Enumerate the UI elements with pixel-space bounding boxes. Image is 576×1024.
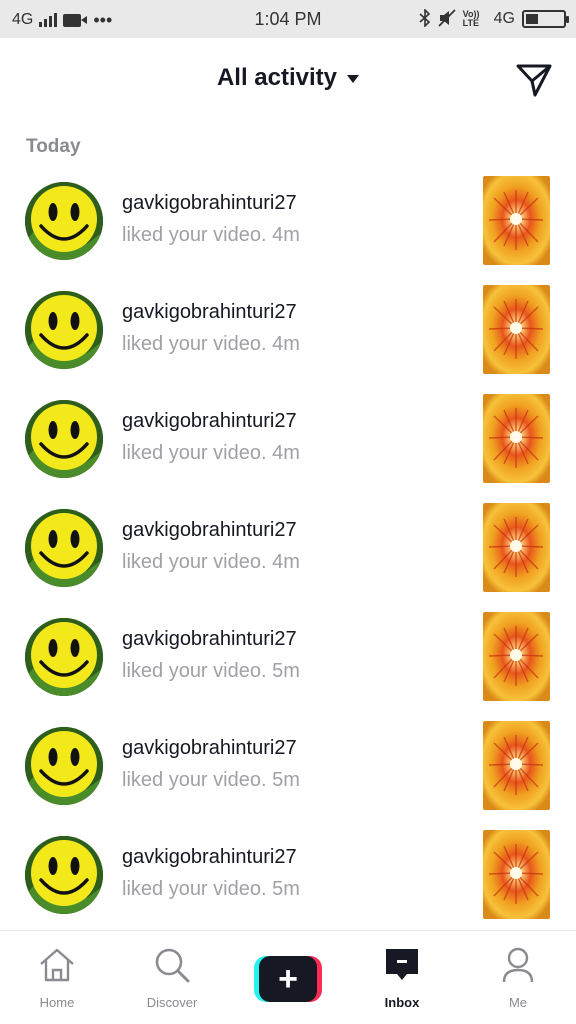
avatar[interactable]	[25, 291, 103, 369]
home-icon	[40, 948, 74, 982]
avatar[interactable]	[25, 836, 103, 914]
time-ago: 4m	[272, 442, 300, 464]
username[interactable]: gavkigobrahinturi27	[122, 408, 300, 434]
nav-inbox-label: Inbox	[384, 995, 420, 1010]
nav-me-label: Me	[508, 995, 528, 1010]
action-text: liked your video.	[122, 660, 267, 682]
activity-filter-dropdown[interactable]: All activity	[0, 64, 576, 92]
nav-me[interactable]: Me	[468, 945, 568, 1017]
action-text: liked your video.	[122, 878, 267, 900]
status-bar: 4G ••• 1:04 PM Vo)) LTE 4G	[0, 0, 576, 38]
notification-action: liked your video. 5m	[122, 767, 300, 793]
nav-home[interactable]: Home	[7, 945, 107, 1017]
notification-text: gavkigobrahinturi27 liked your video. 4m	[122, 190, 300, 248]
nav-discover[interactable]: Discover	[122, 945, 222, 1017]
page-title: All activity	[216, 64, 338, 91]
time-ago: 4m	[272, 551, 300, 573]
plus-icon: +	[259, 956, 317, 1002]
username[interactable]: gavkigobrahinturi27	[122, 626, 300, 652]
notification-item[interactable]: gavkigobrahinturi27 liked your video. 4m	[0, 275, 576, 384]
bluetooth-icon	[419, 7, 431, 30]
notification-action: liked your video. 4m	[122, 549, 300, 575]
nav-discover-label: Discover	[146, 995, 198, 1010]
avatar[interactable]	[25, 618, 103, 696]
notification-text: gavkigobrahinturi27 liked your video. 5m	[122, 735, 300, 793]
notification-text: gavkigobrahinturi27 liked your video. 4m	[122, 517, 300, 575]
action-text: liked your video.	[122, 224, 267, 246]
search-icon	[155, 948, 190, 983]
action-text: liked your video.	[122, 551, 267, 573]
video-thumbnail[interactable]	[483, 721, 550, 810]
time-ago: 5m	[272, 660, 300, 682]
video-thumbnail[interactable]	[483, 830, 550, 919]
notification-text: gavkigobrahinturi27 liked your video. 4m	[122, 408, 300, 466]
notification-item[interactable]: gavkigobrahinturi27 liked your video. 5m	[0, 820, 576, 929]
direct-message-icon	[516, 64, 552, 97]
username[interactable]: gavkigobrahinturi27	[122, 517, 300, 543]
video-thumbnail[interactable]	[483, 285, 550, 374]
time-ago: 4m	[272, 224, 300, 246]
network-type-right: 4G	[493, 10, 515, 27]
username[interactable]: gavkigobrahinturi27	[122, 190, 300, 216]
video-thumbnail[interactable]	[483, 176, 550, 265]
notification-item[interactable]: gavkigobrahinturi27 liked your video. 4m	[0, 493, 576, 602]
notification-action: liked your video. 4m	[122, 222, 300, 248]
username[interactable]: gavkigobrahinturi27	[122, 844, 300, 870]
inbox-icon	[386, 949, 418, 980]
notification-item[interactable]: gavkigobrahinturi27 liked your video. 5m	[0, 711, 576, 820]
username[interactable]: gavkigobrahinturi27	[122, 735, 300, 761]
direct-message-button[interactable]	[514, 60, 554, 100]
avatar[interactable]	[25, 182, 103, 260]
notification-text: gavkigobrahinturi27 liked your video. 5m	[122, 626, 300, 684]
nav-inbox[interactable]: Inbox	[352, 945, 452, 1017]
notification-action: liked your video. 4m	[122, 331, 300, 357]
username[interactable]: gavkigobrahinturi27	[122, 299, 300, 325]
section-label-today: Today	[26, 136, 81, 157]
video-thumbnail[interactable]	[483, 503, 550, 592]
avatar[interactable]	[25, 509, 103, 587]
avatar[interactable]	[25, 400, 103, 478]
avatar[interactable]	[25, 727, 103, 805]
notification-action: liked your video. 4m	[122, 440, 300, 466]
volte-label: Vo)) LTE	[462, 9, 480, 28]
header: All activity	[0, 38, 576, 122]
notification-item[interactable]: gavkigobrahinturi27 liked your video. 4m	[0, 166, 576, 275]
status-right: Vo)) LTE 4G	[419, 7, 569, 30]
profile-icon	[502, 947, 534, 983]
time-ago: 5m	[272, 769, 300, 791]
time-ago: 5m	[272, 878, 300, 900]
video-thumbnail[interactable]	[483, 394, 550, 483]
mute-icon	[438, 8, 456, 30]
video-thumbnail[interactable]	[483, 612, 550, 701]
nav-home-label: Home	[39, 995, 75, 1010]
action-text: liked your video.	[122, 442, 267, 464]
caret-down-icon	[347, 75, 360, 83]
notification-text: gavkigobrahinturi27 liked your video. 4m	[122, 299, 300, 357]
time-ago: 4m	[272, 333, 300, 355]
action-text: liked your video.	[122, 769, 267, 791]
notification-item[interactable]: gavkigobrahinturi27 liked your video. 4m	[0, 384, 576, 493]
notification-text: gavkigobrahinturi27 liked your video. 5m	[122, 844, 300, 902]
notification-list: gavkigobrahinturi27 liked your video. 4m	[0, 166, 576, 929]
notification-item[interactable]: gavkigobrahinturi27 liked your video. 5m	[0, 602, 576, 711]
notification-action: liked your video. 5m	[122, 658, 300, 684]
battery-icon	[522, 10, 569, 28]
action-text: liked your video.	[122, 333, 267, 355]
notification-action: liked your video. 5m	[122, 876, 300, 902]
create-video-button[interactable]: +	[254, 956, 322, 1002]
